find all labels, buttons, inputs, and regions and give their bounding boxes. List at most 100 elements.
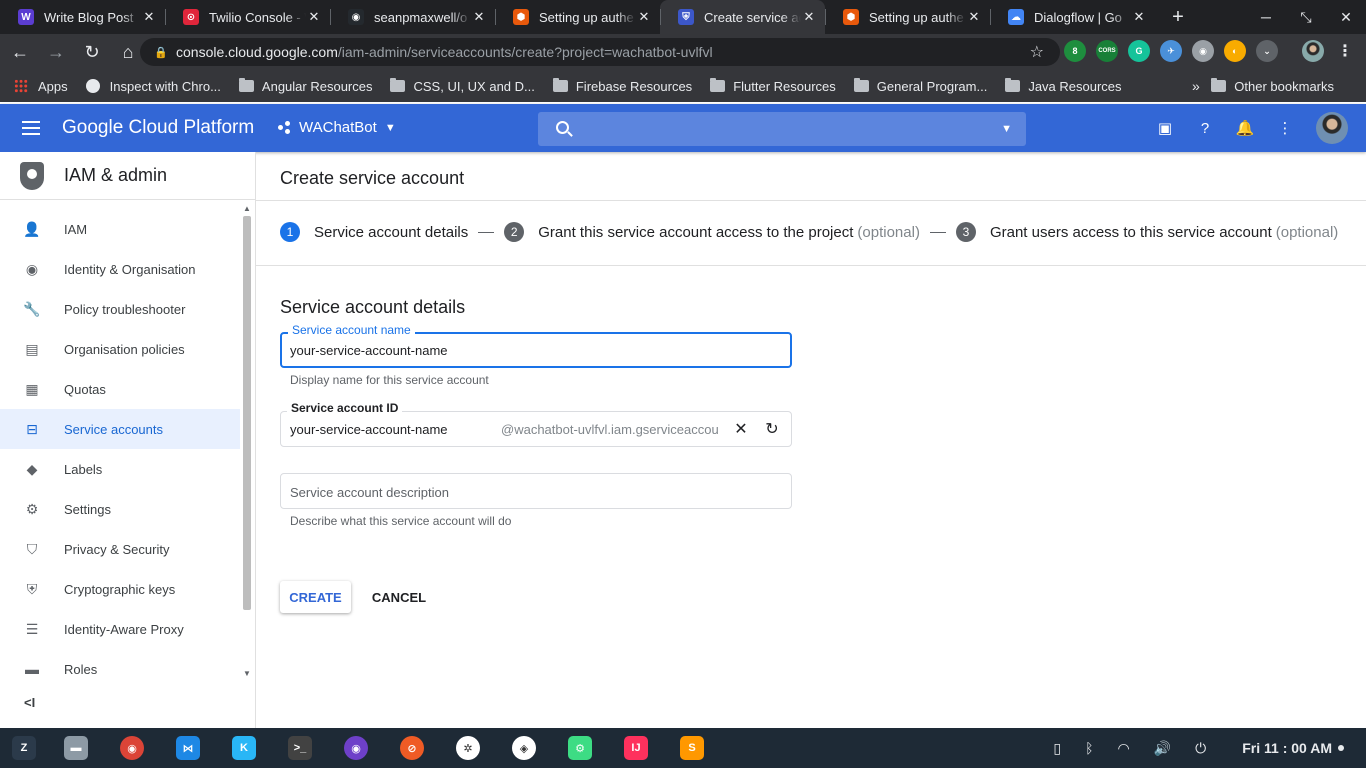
browser-tab[interactable]: ◉ seanpmaxwell/o ✕	[330, 0, 495, 34]
help-icon[interactable]: ?	[1192, 112, 1218, 144]
plane-ext-icon[interactable]: ✈	[1160, 40, 1182, 62]
hamburger-menu-icon[interactable]	[22, 121, 40, 135]
zorin-menu-icon[interactable]: Z	[12, 736, 36, 760]
sidebar-item-roles[interactable]: ▬ Roles	[0, 649, 240, 689]
sidebar-item-organisation-policies[interactable]: ▤ Organisation policies	[0, 329, 240, 369]
bookmark-item[interactable]: Apps	[14, 79, 68, 94]
phone-icon[interactable]: ▯	[1053, 740, 1061, 757]
tab-close-icon[interactable]: ✕	[306, 9, 322, 25]
close-window-icon[interactable]: ✕	[1326, 0, 1366, 34]
search-dropdown-icon[interactable]: ▼	[1001, 123, 1012, 135]
profile-avatar[interactable]	[1302, 40, 1324, 62]
sidebar-scrollbar[interactable]: ▲ ▼	[241, 204, 253, 678]
vscode-icon[interactable]: ⋈	[176, 736, 200, 760]
browser-tab[interactable]: ⬢ Setting up authe ✕	[825, 0, 990, 34]
browser-tab[interactable]: ☁ Dialogflow | Go ✕	[990, 0, 1155, 34]
service-account-description-placeholder[interactable]: Service account description	[290, 485, 449, 500]
cancel-button[interactable]: CANCEL	[367, 581, 431, 613]
bluetooth-icon[interactable]: ᛒ	[1085, 740, 1093, 756]
terminal-icon[interactable]: >_	[288, 736, 312, 760]
pocket-icon[interactable]: ⌄	[1256, 40, 1278, 62]
postman-icon[interactable]: ⊘	[400, 736, 424, 760]
sidebar-item-quotas[interactable]: ▦ Quotas	[0, 369, 240, 409]
power-icon[interactable]: ⏻	[1195, 740, 1206, 757]
search-input[interactable]: ▼	[538, 112, 1026, 146]
clock[interactable]: Fri 11 : 00 AM	[1242, 740, 1332, 756]
collapse-sidebar-icon[interactable]: <I	[24, 695, 35, 710]
circle-ext-icon[interactable]: ◉	[1192, 40, 1214, 62]
forward-arrow-icon[interactable]: →	[40, 36, 72, 68]
browser-tab[interactable]: ⊙ Twilio Console - W ✕	[165, 0, 330, 34]
sidebar-item-settings[interactable]: ⚙ Settings	[0, 489, 240, 529]
back-arrow-icon[interactable]: ←	[4, 36, 36, 68]
files-icon[interactable]: ▬	[64, 736, 88, 760]
browser-tab[interactable]: ⛨ Create service ac ✕	[660, 0, 825, 34]
wifi-icon[interactable]: ◠	[1118, 740, 1130, 757]
step-1-label[interactable]: Service account details	[314, 224, 468, 241]
shield-ext-icon[interactable]: 8	[1064, 40, 1086, 62]
sidebar-item-privacy-security[interactable]: ⛉ Privacy & Security	[0, 529, 240, 569]
create-button[interactable]: CREATE	[280, 581, 351, 613]
bookmarks-overflow-icon[interactable]: »	[1192, 70, 1200, 102]
tab-close-icon[interactable]: ✕	[471, 9, 487, 25]
grammarly-icon[interactable]: G	[1128, 40, 1150, 62]
tab-close-icon[interactable]: ✕	[801, 9, 817, 25]
sidebar-item-service-accounts[interactable]: ⊟ Service accounts	[0, 409, 240, 449]
browser-tab[interactable]: W Write Blog Post ✕	[0, 0, 165, 34]
bookmark-item[interactable]: Flutter Resources	[710, 78, 836, 94]
cors-ext-icon[interactable]: CORS	[1096, 40, 1118, 62]
reload-icon[interactable]: ↻	[76, 36, 108, 68]
bookmark-item[interactable]: Angular Resources	[238, 78, 372, 94]
address-bar[interactable]: 🔒 console.cloud.google.com/iam-admin/ser…	[140, 38, 1060, 66]
android-studio-icon[interactable]: ⚙	[568, 736, 592, 760]
bookmark-item[interactable]: Firebase Resources	[552, 78, 692, 94]
project-selector[interactable]: WAChatBot ▼	[278, 119, 396, 136]
mongodb-icon[interactable]: ◈	[512, 736, 536, 760]
sidebar-item-policy-troubleshooter[interactable]: 🔧 Policy troubleshooter	[0, 289, 240, 329]
browser-tab[interactable]: ⬢ Setting up authe ✕	[495, 0, 660, 34]
tab-close-icon[interactable]: ✕	[966, 9, 982, 25]
github-desktop-icon[interactable]: ◉	[344, 736, 368, 760]
tab-close-icon[interactable]: ✕	[1131, 9, 1147, 25]
slack-icon[interactable]: ✲	[456, 736, 480, 760]
service-account-name-value[interactable]: your-service-account-name	[290, 343, 448, 358]
bookmark-item[interactable]: Inspect with Chro...	[85, 79, 221, 94]
sidebar-item-labels[interactable]: ◆ Labels	[0, 449, 240, 489]
bookmark-item[interactable]: General Program...	[853, 78, 987, 94]
restore-icon[interactable]: ⤡	[1286, 0, 1326, 34]
regenerate-icon[interactable]: ↻	[762, 419, 782, 439]
step-2-label[interactable]: Grant this service account access to the…	[538, 224, 853, 241]
tab-close-icon[interactable]: ✕	[141, 9, 157, 25]
new-tab-icon[interactable]: +	[1161, 0, 1195, 34]
service-account-id-field[interactable]: Service account ID your-service-account-…	[280, 401, 792, 447]
chrome-menu-icon[interactable]: ⋮	[1334, 40, 1356, 62]
bookmark-star-icon[interactable]: ☆	[1030, 42, 1044, 62]
other-bookmarks[interactable]: Other bookmarks	[1211, 70, 1352, 102]
service-account-description-field[interactable]: Service account description	[280, 473, 792, 509]
minimize-icon[interactable]: ─	[1246, 0, 1286, 34]
sidebar-item-identity-organisation[interactable]: ◉ Identity & Organisation	[0, 249, 240, 289]
moon-ext-icon[interactable]: ◐	[1224, 40, 1246, 62]
scroll-up-icon[interactable]: ▲	[243, 204, 251, 213]
sidebar-item-identity-aware-proxy[interactable]: ☰ Identity-Aware Proxy	[0, 609, 240, 649]
kotlin-icon[interactable]: K	[232, 736, 256, 760]
notifications-bell-icon[interactable]: 🔔	[1232, 112, 1258, 144]
intellij-icon[interactable]: IJ	[624, 736, 648, 760]
gcp-logo-title[interactable]: Google Cloud Platform	[62, 117, 254, 139]
clear-icon[interactable]: ✕	[731, 419, 751, 439]
scroll-down-icon[interactable]: ▼	[243, 669, 251, 678]
scroll-thumb[interactable]	[243, 216, 251, 610]
chrome-icon[interactable]: ◉	[120, 736, 144, 760]
more-vert-icon[interactable]: ⋮	[1272, 112, 1298, 144]
avatar[interactable]	[1316, 112, 1348, 144]
cloud-shell-icon[interactable]: ▣	[1152, 112, 1178, 144]
volume-icon[interactable]: 🔊	[1154, 740, 1171, 757]
sidebar-item-iam[interactable]: 👤 IAM	[0, 209, 240, 249]
sidebar-item-cryptographic-keys[interactable]: ⛨ Cryptographic keys	[0, 569, 240, 609]
tab-close-icon[interactable]: ✕	[636, 9, 652, 25]
service-account-name-field[interactable]: Service account name your-service-accoun…	[280, 323, 792, 368]
service-account-id-value[interactable]: your-service-account-name	[290, 422, 448, 437]
bookmark-item[interactable]: Java Resources	[1005, 78, 1122, 94]
bookmark-item[interactable]: CSS, UI, UX and D...	[390, 78, 535, 94]
sublime-icon[interactable]: S	[680, 736, 704, 760]
